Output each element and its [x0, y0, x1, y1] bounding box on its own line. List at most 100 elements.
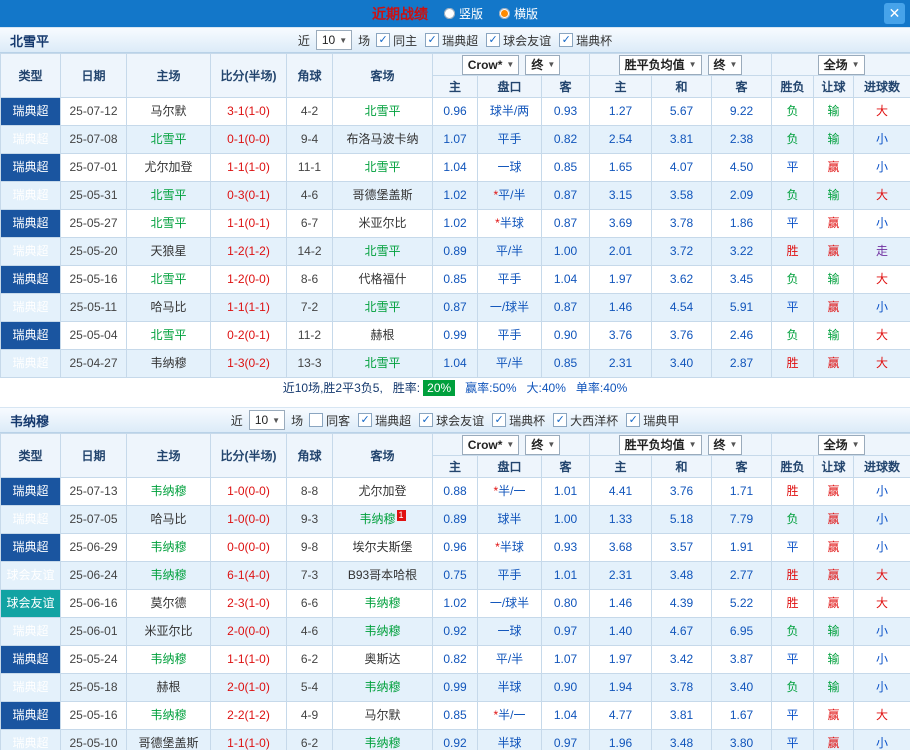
euro-draw-odds: 3.57 — [651, 533, 713, 562]
layout-radio-horizontal[interactable]: 横版 — [499, 5, 538, 22]
asia-final-select[interactable]: 终 ▼ — [525, 434, 561, 455]
goals-outcome: 小 — [853, 293, 910, 322]
euro-draw-odds: 3.48 — [651, 729, 713, 750]
filter-checkbox[interactable]: ✓ 大西洋杯 — [553, 412, 618, 429]
chevron-down-icon: ▼ — [547, 60, 556, 69]
bookmaker-select[interactable]: Crow* ▼ — [461, 54, 520, 75]
asia-away-odds: 1.01 — [540, 477, 591, 506]
league-badge: 瑞典超 — [0, 645, 61, 674]
match-date: 25-07-12 — [60, 97, 127, 126]
match-score: 6-1(4-0) — [210, 561, 287, 590]
euro-average-select[interactable]: 胜平负均值 ▼ — [618, 434, 702, 455]
filter-checkbox[interactable]: ✓ 瑞典甲 — [626, 412, 679, 429]
near-label: 近 — [230, 413, 243, 428]
checkbox-icon: ✓ — [425, 33, 440, 47]
euro-final-select[interactable]: 终 ▼ — [707, 54, 743, 75]
league-badge: 瑞典超 — [0, 673, 61, 702]
asia-home-odds: 0.92 — [432, 617, 478, 646]
euro-draw-odds: 3.42 — [651, 645, 713, 674]
handicap-outcome: 输 — [813, 617, 855, 646]
away-team: 北雪平 — [332, 349, 433, 378]
result-outcome: 胜 — [771, 237, 815, 266]
filter-checkbox[interactable]: ✓ 同主 — [376, 32, 417, 49]
result-outcome: 平 — [771, 533, 815, 562]
goals-outcome: 大 — [853, 97, 910, 126]
layout-radio-vertical[interactable]: 竖版 — [443, 5, 483, 22]
corner-score: 5-4 — [286, 673, 333, 702]
asia-home-odds: 0.82 — [432, 645, 478, 674]
match-row: 瑞典超 25-05-11 哈马比 1-1(1-1) 7-2 北雪平 0.87 一/球半 0.87… — [0, 293, 910, 322]
euro-away-odds: 3.45 — [711, 265, 773, 294]
scope-select[interactable]: 全场 ▼ — [817, 54, 865, 75]
filter-checkbox[interactable]: ✓ 球会友谊 — [419, 412, 484, 429]
match-row: 瑞典超 25-05-20 天狼星 1-2(1-2) 14-2 北雪平 0.89 平/半 1.00… — [0, 237, 910, 266]
euro-home-odds: 1.40 — [589, 617, 653, 646]
early-odds-star-icon: * — [493, 484, 499, 498]
handicap-outcome: 输 — [813, 125, 855, 154]
col-asia-handicap: 盘口 — [477, 455, 542, 478]
chevron-down-icon: ▼ — [688, 440, 697, 449]
goals-outcome: 小 — [853, 673, 910, 702]
away-team: B93哥本哈根 — [332, 561, 433, 590]
match-date: 25-05-10 — [60, 729, 127, 750]
match-row: 瑞典超 25-07-01 尤尔加登 1-1(1-0) 11-1 北雪平 1.04 一球 0.85… — [0, 153, 910, 182]
asia-home-odds: 1.02 — [432, 209, 478, 238]
euro-away-odds: 6.95 — [711, 617, 773, 646]
home-team: 北雪平 — [126, 265, 211, 294]
euro-draw-odds: 3.78 — [651, 673, 713, 702]
result-outcome: 平 — [771, 209, 815, 238]
euro-away-odds: 2.87 — [711, 349, 773, 378]
match-score: 1-0(0-0) — [210, 505, 287, 534]
close-button[interactable]: ✕ — [884, 3, 905, 24]
euro-final-select[interactable]: 终 ▼ — [707, 434, 743, 455]
filter-checkbox[interactable]: ✓ 瑞典超 — [358, 412, 411, 429]
home-team: 赫根 — [126, 673, 211, 702]
corner-score: 6-7 — [286, 209, 333, 238]
asia-away-odds: 0.90 — [540, 673, 591, 702]
home-team: 天狼星 — [126, 237, 211, 266]
filter-checkbox[interactable]: 同客 — [309, 412, 350, 429]
result-outcome: 平 — [771, 729, 815, 750]
section-divider — [0, 397, 910, 407]
match-count-select[interactable]: 10 ▼ — [248, 410, 286, 430]
handicap-outcome: 赢 — [813, 153, 855, 182]
early-odds-star-icon: * — [493, 708, 499, 722]
home-team: 北雪平 — [126, 125, 211, 154]
match-score: 1-1(1-0) — [210, 153, 287, 182]
filter-checkbox[interactable]: ✓ 瑞典杯 — [559, 32, 612, 49]
euro-away-odds: 9.22 — [711, 97, 773, 126]
asia-final-select[interactable]: 终 ▼ — [525, 54, 561, 75]
summary-bar: 近10场,胜2平3负5, 胜率: 20% 赢率:50% 大:40% 单率:40% — [0, 378, 910, 397]
match-date: 25-05-27 — [60, 209, 127, 238]
match-count-select[interactable]: 10 ▼ — [315, 30, 353, 50]
radio-label: 横版 — [514, 7, 539, 21]
euro-home-odds: 3.76 — [589, 321, 653, 350]
corner-score: 8-8 — [286, 477, 333, 506]
asia-home-odds: 0.96 — [432, 533, 478, 562]
bookmaker-select[interactable]: Crow* ▼ — [461, 434, 520, 455]
asia-home-odds: 1.04 — [432, 153, 478, 182]
euro-average-select[interactable]: 胜平负均值 ▼ — [618, 54, 702, 75]
euro-home-odds: 3.15 — [589, 181, 653, 210]
match-date: 25-05-18 — [60, 673, 127, 702]
asia-odds-group: Crow* ▼ 终 ▼ — [431, 53, 591, 76]
handicap-outcome: 赢 — [813, 505, 855, 534]
early-odds-star-icon: * — [493, 188, 499, 202]
filter-checkbox[interactable]: ✓ 瑞典杯 — [492, 412, 545, 429]
euro-away-odds: 3.87 — [711, 645, 773, 674]
match-row: 瑞典超 25-05-04 北雪平 0-2(0-1) 11-2 赫根 0.99 平手 0.90 3.… — [0, 321, 910, 350]
filter-checkbox[interactable]: ✓ 球会友谊 — [486, 32, 551, 49]
euro-home-odds: 1.97 — [589, 265, 653, 294]
result-outcome: 负 — [771, 125, 815, 154]
checkbox-icon: ✓ — [376, 33, 391, 47]
checkbox-label: 瑞典甲 — [643, 413, 680, 428]
euro-draw-odds: 3.40 — [651, 349, 713, 378]
euro-draw-odds: 3.76 — [651, 321, 713, 350]
filter-checkbox[interactable]: ✓ 瑞典超 — [425, 32, 478, 49]
scope-select[interactable]: 全场 ▼ — [817, 434, 865, 455]
euro-away-odds: 5.91 — [711, 293, 773, 322]
handicap-outcome: 输 — [813, 97, 855, 126]
match-row: 瑞典超 25-05-16 北雪平 1-2(0-0) 8-6 代格福什 0.85 平手 1.04 1… — [0, 265, 910, 294]
filter-bar: 近 10 ▼ 场 同客 ✓ 瑞典超 ✓ 球会友谊 ✓ 瑞典杯 ✓ 大西洋杯 ✓ 瑞典甲 — [231, 410, 679, 430]
checkbox-icon: ✓ — [486, 33, 501, 47]
